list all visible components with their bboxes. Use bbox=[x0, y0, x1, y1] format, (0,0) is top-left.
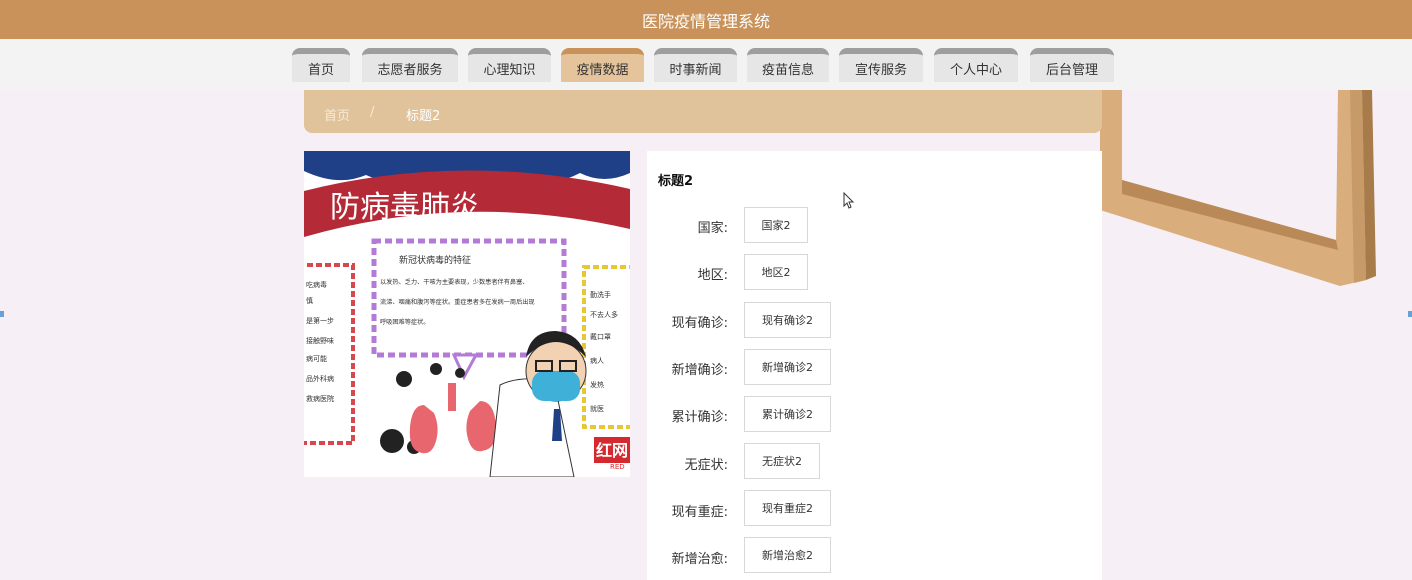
poster-left-note-7: 救病医院 bbox=[306, 394, 334, 403]
poster-left-note-6: 品外科病 bbox=[306, 374, 334, 383]
poster-watermark: 红网 bbox=[596, 441, 628, 460]
field-value-current-confirmed: 现有确诊2 bbox=[744, 302, 831, 338]
poster-card-heading: 新冠状病毒的特征 bbox=[399, 254, 471, 266]
nav-item-epidemic-data[interactable]: 疫情数据 bbox=[561, 48, 644, 82]
field-label-new-confirmed: 新增确诊: bbox=[671, 363, 728, 378]
field-value-current-severe: 现有重症2 bbox=[744, 490, 831, 526]
poster-image: 防病毒肺炎 新冠状病毒的特征 以发热、乏力、干咳为主要表现，少数患者伴有鼻塞、 … bbox=[304, 151, 630, 477]
field-value-total-confirmed: 累计确诊2 bbox=[744, 396, 831, 432]
left-resize-handle[interactable] bbox=[0, 311, 4, 317]
breadcrumb-current: 标题2 bbox=[406, 109, 441, 124]
poster-left-note-5: 病可能 bbox=[306, 354, 327, 363]
poster-right-note-1: 勤洗手 bbox=[590, 290, 611, 299]
nav-item-publicity[interactable]: 宣传服务 bbox=[839, 48, 923, 82]
right-resize-handle[interactable] bbox=[1408, 311, 1412, 317]
poster-card-line-2: 流涕、咽痛和腹泻等症状。重症患者多在发病一周后出现 bbox=[380, 298, 535, 306]
decorative-frame bbox=[1100, 90, 1376, 286]
breadcrumb: 首页 / 标题2 bbox=[304, 90, 1102, 133]
field-value-country: 国家2 bbox=[744, 207, 808, 243]
field-label-country: 国家: bbox=[697, 221, 728, 236]
poster-right-note-6: 就医 bbox=[590, 404, 604, 413]
poster-left-note-1: 吃病毒 bbox=[306, 280, 327, 289]
poster-banner-text: 防病毒肺炎 bbox=[330, 190, 480, 225]
app-title-bar: 医院疫情管理系统 bbox=[0, 0, 1412, 39]
poster-illustration: 防病毒肺炎 新冠状病毒的特征 以发热、乏力、干咳为主要表现，少数患者伴有鼻塞、 … bbox=[304, 151, 630, 477]
nav-item-admin[interactable]: 后台管理 bbox=[1030, 48, 1114, 82]
nav-item-vaccine[interactable]: 疫苗信息 bbox=[747, 48, 829, 82]
field-label-region: 地区: bbox=[697, 268, 728, 283]
mouse-cursor-icon bbox=[843, 192, 855, 209]
poster-right-note-5: 发热 bbox=[590, 380, 604, 389]
field-label-current-severe: 现有重症: bbox=[671, 505, 728, 520]
field-label-current-confirmed: 现有确诊: bbox=[671, 316, 728, 331]
field-label-new-cured: 新增治愈: bbox=[671, 552, 728, 567]
poster-watermark-sub: RED bbox=[610, 463, 625, 471]
field-label-total-confirmed: 累计确诊: bbox=[671, 410, 728, 425]
field-value-asymptomatic: 无症状2 bbox=[744, 443, 820, 479]
poster-left-note-3: 是第一步 bbox=[306, 316, 334, 325]
app-title: 医院疫情管理系统 bbox=[641, 11, 770, 31]
detail-panel: 标题2 国家: 国家2 地区: 地区2 现有确诊: 现有确诊2 新增确诊: 新增… bbox=[647, 151, 1102, 580]
main-nav: 首页 志愿者服务 心理知识 疫情数据 时事新闻 疫苗信息 宣传服务 个人中心 后… bbox=[0, 39, 1412, 90]
breadcrumb-separator: / bbox=[370, 105, 375, 120]
poster-left-note-4: 接触野味 bbox=[306, 336, 334, 345]
poster-right-note-3: 戴口罩 bbox=[590, 332, 611, 341]
nav-item-profile[interactable]: 个人中心 bbox=[934, 48, 1018, 82]
poster-left-note-2: 慎 bbox=[306, 296, 313, 305]
nav-item-psychology[interactable]: 心理知识 bbox=[468, 48, 551, 82]
breadcrumb-home-link[interactable]: 首页 bbox=[324, 105, 350, 124]
poster-card-line-1: 以发热、乏力、干咳为主要表现，少数患者伴有鼻塞、 bbox=[380, 278, 529, 286]
field-value-region: 地区2 bbox=[744, 254, 808, 290]
field-label-asymptomatic: 无症状: bbox=[684, 458, 728, 473]
poster-right-note-2: 不去人多 bbox=[590, 310, 618, 319]
poster-card-line-3: 呼吸困难等症状。 bbox=[380, 318, 430, 326]
nav-item-home[interactable]: 首页 bbox=[292, 48, 350, 82]
field-value-new-cured: 新增治愈2 bbox=[744, 537, 831, 573]
poster-right-note-4: 病人 bbox=[590, 356, 604, 365]
nav-item-volunteer[interactable]: 志愿者服务 bbox=[362, 48, 458, 82]
field-value-new-confirmed: 新增确诊2 bbox=[744, 349, 831, 385]
nav-item-news[interactable]: 时事新闻 bbox=[654, 48, 737, 82]
detail-title: 标题2 bbox=[658, 174, 694, 189]
